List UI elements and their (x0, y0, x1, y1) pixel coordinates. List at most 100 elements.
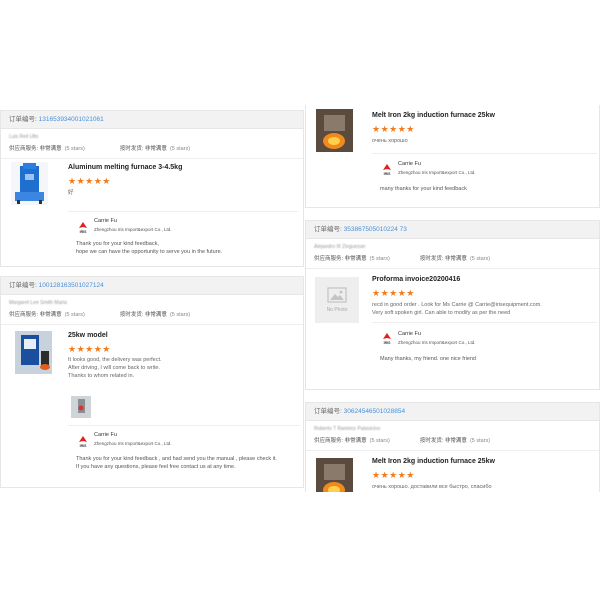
rating-stars: ★★★★★ (372, 288, 415, 298)
service-value: 非常满意 (344, 438, 367, 444)
ratings-row: 供应商服务: 非常满意 (5 stars) 按时发货: 非常满意 (5 star… (1, 308, 303, 325)
delivery-label: 按时发货: (419, 256, 444, 262)
svg-text:IRIS: IRIS (384, 341, 391, 345)
svg-text:IRIS: IRIS (80, 444, 87, 448)
product-thumbnail[interactable] (15, 331, 52, 374)
order-number-link[interactable]: 100128163501027124 (39, 282, 104, 289)
service-label: 供应商服务: (9, 146, 39, 152)
review-card-2: 订单编号: 100128163501027124 Margaret Lee Sm… (0, 276, 304, 488)
service-stars-text: (5 stars) (369, 256, 390, 262)
furnace-small-image (71, 396, 91, 418)
delivery-stars-text: (5 stars) (469, 438, 491, 444)
seller-reply: IRIS Carrie Fu Zhengzhou Iris Import&exp… (68, 425, 300, 486)
delivery-label: 按时发货: (119, 312, 144, 318)
induction-melting-image (316, 109, 353, 152)
buyer-name: Margaret Lee Smith Maria (9, 300, 67, 306)
seller-logo-icon: IRIS (383, 164, 391, 176)
seller-company: Zhengzhou Iris Import&export Co., Ltd. (398, 340, 476, 345)
seller-name: Carrie Fu (94, 218, 117, 224)
service-label: 供应商服务: (314, 438, 344, 444)
service-stars-text: (5 stars) (369, 438, 390, 444)
induction-melting-image (316, 458, 353, 492)
service-value: 非常满意 (39, 312, 62, 318)
seller-name: Carrie Fu (94, 432, 117, 438)
rating-stars: ★★★★★ (68, 344, 111, 354)
reply-text: many thanks for your kind feedback (380, 186, 467, 192)
product-title[interactable]: Aluminum melting furnace 3-4.5kg (68, 164, 182, 171)
reply-text: Thank you for your kind feedback, hope w… (76, 241, 223, 255)
order-number-link[interactable]: 353867505010224 73 (344, 226, 407, 233)
order-label: 订单编号: (314, 408, 342, 415)
seller-reply: IRIS Carrie Fu Zhengzhou Iris Import&exp… (372, 153, 597, 202)
review-card-4: 订单编号: 353867505010224 73 Alejandro III Z… (305, 220, 600, 390)
delivery-stars-text: (5 stars) (169, 146, 191, 152)
order-number-link[interactable]: 131653934001021061 (39, 116, 104, 123)
reply-text: Many thanks, my friend. one nice friend (380, 356, 476, 362)
service-label: 供应商服务: (9, 312, 39, 318)
rating-stars: ★★★★★ (372, 470, 415, 480)
product-title[interactable]: 25kw model (68, 332, 108, 339)
seller-reply: IRIS Carrie Fu Zhengzhou Iris Import&exp… (372, 322, 597, 373)
delivery-value: 非常满意 (444, 256, 467, 262)
order-header: 订单编号: 30624546501028854 (306, 403, 599, 421)
buyer-name: Roberto T Ramirez Palavicino (314, 426, 381, 432)
delivery-label: 按时发货: (419, 438, 444, 444)
delivery-value: 非常满意 (144, 312, 167, 318)
service-stars-text: (5 stars) (64, 312, 85, 318)
rating-stars: ★★★★★ (68, 176, 111, 186)
review-card-5: 订单编号: 30624546501028854 Roberto T Ramire… (305, 402, 600, 492)
image-placeholder-icon (327, 287, 347, 303)
seller-name: Carrie Fu (398, 161, 421, 167)
review-comment: очень хорошо. доставили все быстро, спас… (372, 484, 492, 490)
seller-company: Zhengzhou Iris Import&export Co., Ltd. (398, 170, 476, 175)
order-number-link[interactable]: 30624546501028854 (344, 408, 405, 415)
delivery-stars-text: (5 stars) (469, 256, 491, 262)
reply-text: Thank you for your kind feedback , and h… (76, 456, 277, 470)
no-photo-label: No Photo (326, 307, 348, 313)
product-thumbnail-small[interactable] (71, 396, 91, 418)
order-label: 订单编号: (9, 116, 37, 123)
review-comment: recd in good order . Look for Ms Carrie … (372, 302, 542, 316)
buyer-name: Luis Reil Ulto (9, 134, 39, 140)
seller-logo-icon: IRIS (79, 222, 87, 234)
order-header: 订单编号: 131653934001021061 (1, 111, 303, 129)
no-photo-placeholder: No Photo (315, 277, 359, 323)
review-card-1: 订单编号: 131653934001021061 Luis Reil Ulto … (0, 110, 304, 267)
ratings-row: 供应商服务: 非常满意 (5 stars) 按时发货: 非常满意 (5 star… (1, 142, 303, 159)
service-value: 非常满意 (344, 256, 367, 262)
order-header: 订单编号: 100128163501027124 (1, 277, 303, 295)
seller-reply: IRIS Carrie Fu Zhengzhou Iris Import&exp… (68, 211, 298, 262)
delivery-value: 非常满意 (144, 146, 167, 152)
seller-name: Carrie Fu (398, 331, 421, 337)
delivery-stars-text: (5 stars) (169, 312, 191, 318)
review-comment: It looks good, the delivery was perfect.… (68, 357, 162, 379)
seller-logo-icon: IRIS (79, 436, 87, 448)
seller-logo-icon: IRIS (383, 333, 391, 345)
service-label: 供应商服务: (314, 256, 344, 262)
ratings-row: 供应商服务: 非常满意 (5 stars) 按时发货: 非常满意 (5 star… (306, 252, 599, 269)
product-thumbnail[interactable] (316, 109, 353, 152)
review-comment: очень хорошо (372, 138, 408, 144)
ratings-row: 供应商服务: 非常满意 (5 stars) 按时发货: 非常满意 (5 star… (306, 434, 599, 451)
delivery-label: 按时发货: (119, 146, 144, 152)
svg-text:IRIS: IRIS (384, 172, 391, 176)
product-thumbnail[interactable] (316, 458, 353, 492)
svg-text:IRIS: IRIS (80, 230, 87, 234)
rating-stars: ★★★★★ (372, 124, 415, 134)
review-comment: 好 (68, 190, 74, 196)
seller-company: Zhengzhou Iris Import&export Co., Ltd. (94, 227, 172, 232)
order-header: 订单编号: 353867505010224 73 (306, 221, 599, 239)
order-label: 订单编号: (314, 226, 342, 233)
service-stars-text: (5 stars) (64, 146, 85, 152)
product-title[interactable]: Melt Iron 2kg induction furnace 25kw (372, 112, 495, 119)
order-label: 订单编号: (9, 282, 37, 289)
seller-company: Zhengzhou Iris Import&export Co., Ltd. (94, 441, 172, 446)
product-thumbnail[interactable] (11, 162, 48, 205)
furnace-blue-image (15, 163, 44, 204)
induction-furnace-image (15, 331, 52, 374)
delivery-value: 非常满意 (444, 438, 467, 444)
product-title[interactable]: Proforma invoice20200416 (372, 276, 460, 283)
product-title[interactable]: Melt Iron 2kg induction furnace 25kw (372, 458, 495, 465)
service-value: 非常满意 (39, 146, 62, 152)
buyer-name: Alejandro III Zinguezan (314, 244, 366, 250)
